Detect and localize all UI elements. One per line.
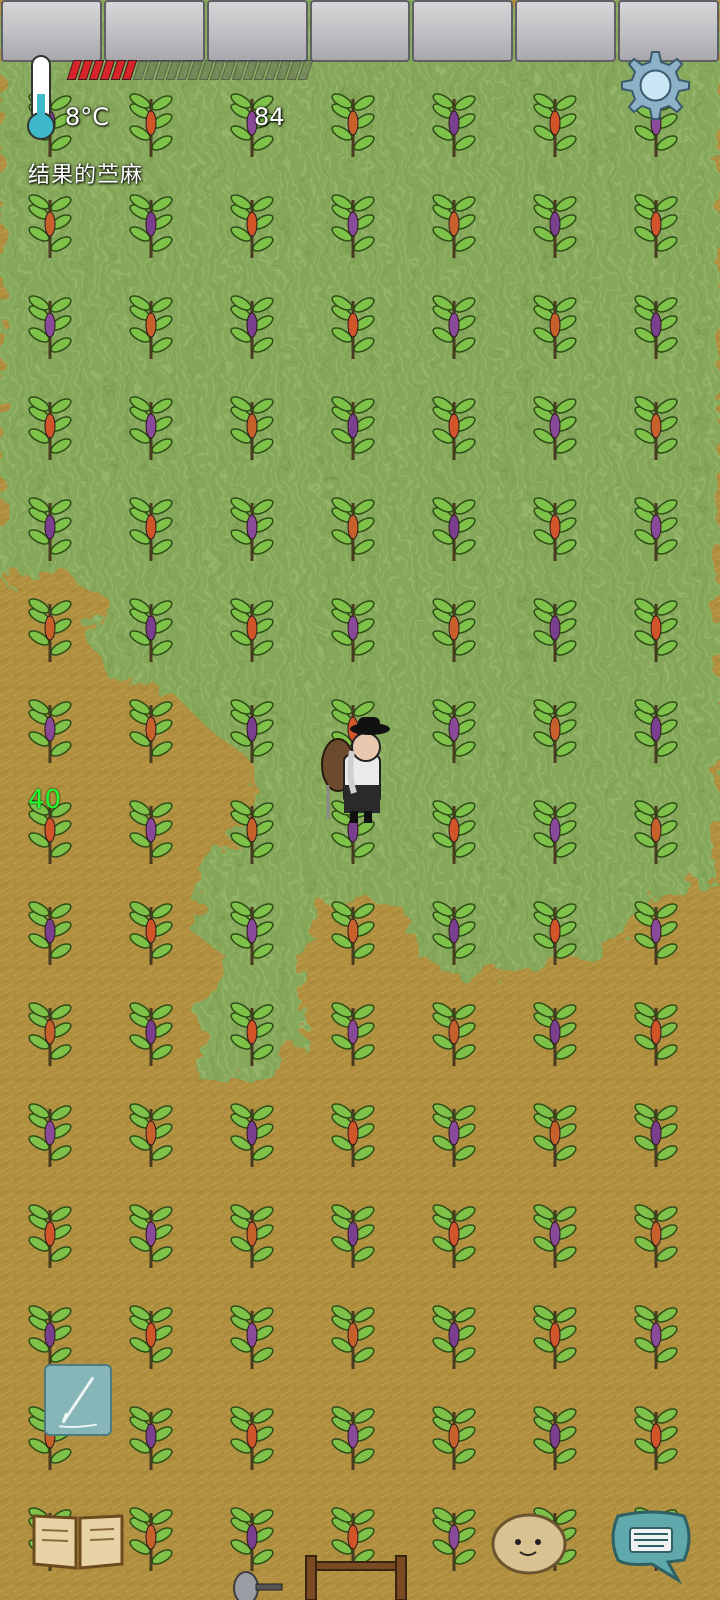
write-button[interactable] (44, 1364, 112, 1436)
hovered-object-label: 结果的苎麻 (28, 163, 144, 188)
keyboard-icon[interactable] (608, 1508, 694, 1584)
book-icon[interactable] (30, 1508, 126, 1572)
stone-block (412, 0, 514, 62)
pencil-icon (59, 1376, 98, 1428)
thermometer-icon (27, 55, 55, 140)
stone-block (103, 0, 205, 62)
stone-block (1, 0, 102, 62)
player-character[interactable] (320, 715, 400, 825)
age-label: 40 (28, 785, 62, 815)
smiley-potato-icon[interactable] (490, 1510, 568, 1576)
stone-block (309, 0, 411, 62)
temperature-label: 8°C (65, 103, 110, 131)
food-bar (66, 60, 335, 82)
stone-block (515, 0, 617, 62)
stone-block (206, 0, 308, 62)
yum-counter: 84 (254, 103, 285, 131)
gear-icon[interactable] (612, 48, 692, 128)
